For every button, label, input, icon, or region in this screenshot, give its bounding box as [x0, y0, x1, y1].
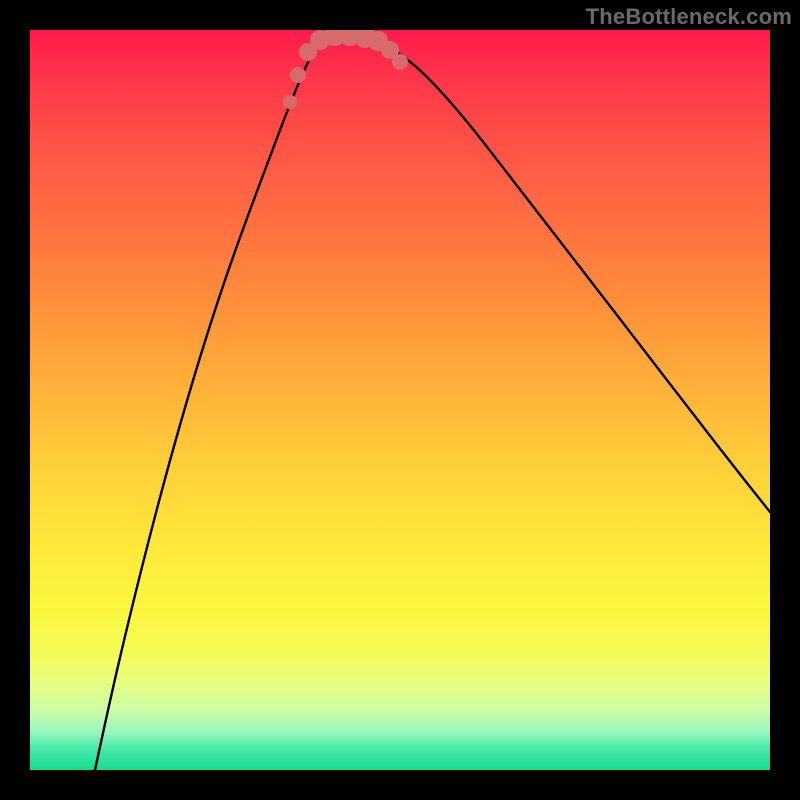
trough-markers: [283, 30, 408, 109]
chart-svg: [30, 30, 770, 770]
trough-marker: [290, 67, 306, 83]
chart-frame: [30, 30, 770, 770]
bottleneck-curve: [95, 35, 770, 770]
watermark-text: TheBottleneck.com: [586, 4, 792, 30]
trough-marker: [283, 95, 297, 109]
trough-marker: [392, 54, 408, 70]
